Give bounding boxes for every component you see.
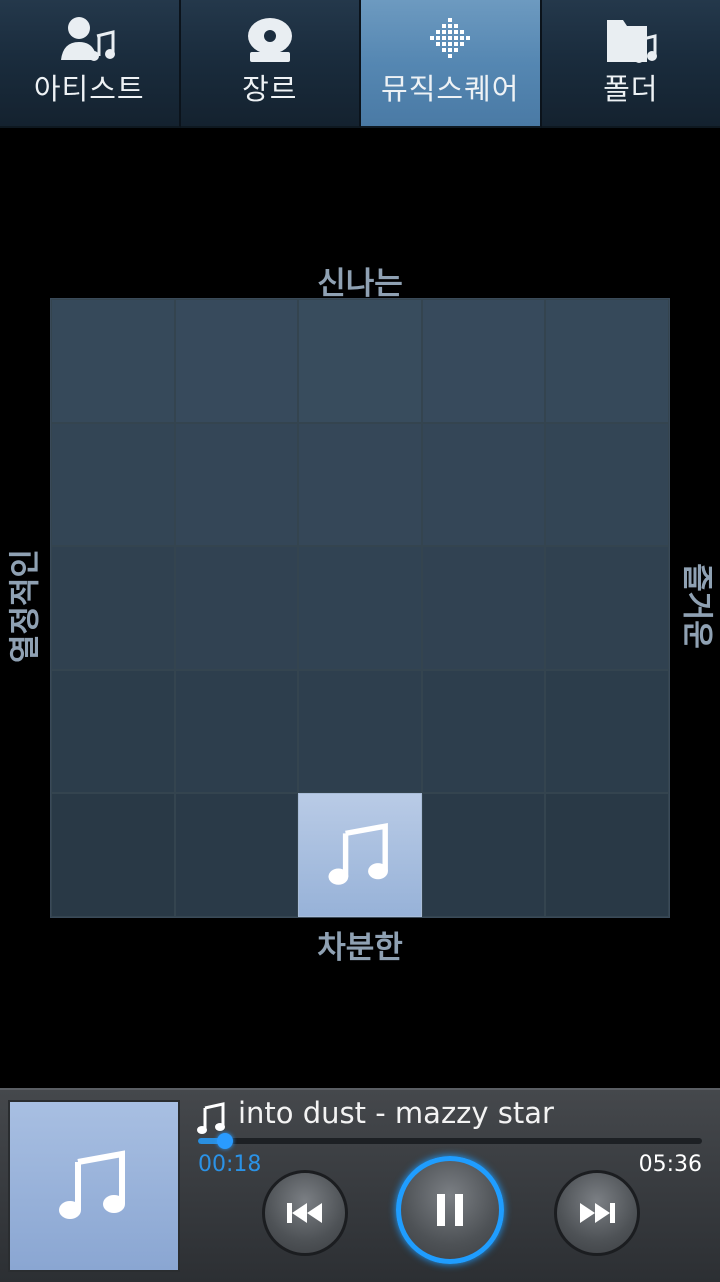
tab-music-square[interactable]: 뮤직스퀘어 — [361, 0, 542, 128]
music-note-icon — [324, 819, 396, 891]
grid-cell[interactable] — [175, 670, 299, 794]
album-art[interactable] — [8, 1100, 180, 1272]
progress-thumb[interactable] — [217, 1133, 233, 1149]
track-title: into dust - mazzy star — [238, 1096, 554, 1130]
grid-cell[interactable] — [545, 793, 669, 917]
grid-cell[interactable] — [175, 299, 299, 423]
grid-cell[interactable] — [422, 793, 546, 917]
previous-icon — [285, 1199, 325, 1227]
grid-cell[interactable] — [51, 670, 175, 794]
total-time: 05:36 — [639, 1152, 702, 1177]
axis-label-right: 즐거운 — [678, 563, 720, 649]
pause-button[interactable] — [396, 1156, 504, 1264]
tab-label: 아티스트 — [34, 72, 145, 106]
grid-cell[interactable] — [422, 546, 546, 670]
mini-player[interactable]: into dust - mazzy star 00:18 05:36 — [0, 1088, 720, 1282]
axis-label-bottom: 차분한 — [0, 922, 720, 967]
music-note-icon — [54, 1146, 134, 1226]
music-note-icon — [196, 1102, 226, 1136]
tab-folder[interactable]: 폴더 — [542, 0, 720, 128]
music-square-icon — [418, 14, 482, 68]
grid-cell[interactable] — [545, 299, 669, 423]
grid-cell[interactable] — [298, 299, 422, 423]
grid-cell[interactable] — [51, 423, 175, 547]
next-button[interactable] — [554, 1170, 640, 1256]
tab-label: 폴더 — [603, 72, 658, 106]
next-icon — [577, 1199, 617, 1227]
axis-label-left: 열정적인 — [0, 549, 45, 663]
grid-cell[interactable] — [298, 546, 422, 670]
grid-cell-selected[interactable] — [298, 793, 422, 917]
grid-cell[interactable] — [422, 299, 546, 423]
artist-icon — [57, 14, 121, 68]
grid-cell[interactable] — [175, 546, 299, 670]
genre-icon — [238, 14, 302, 68]
pause-icon — [434, 1190, 466, 1230]
tab-label: 뮤직스퀘어 — [381, 72, 519, 106]
grid-cell[interactable] — [545, 546, 669, 670]
grid-cell[interactable] — [51, 546, 175, 670]
grid-cell[interactable] — [545, 423, 669, 547]
grid-cell[interactable] — [175, 423, 299, 547]
tab-genre[interactable]: 장르 — [181, 0, 362, 128]
elapsed-time: 00:18 — [198, 1152, 261, 1177]
axis-label-top: 신나는 — [0, 258, 720, 303]
grid-cell[interactable] — [298, 423, 422, 547]
tab-artist[interactable]: 아티스트 — [0, 0, 181, 128]
grid-cell[interactable] — [422, 670, 546, 794]
previous-button[interactable] — [262, 1170, 348, 1256]
grid-cell[interactable] — [175, 793, 299, 917]
grid-cell[interactable] — [422, 423, 546, 547]
folder-icon — [599, 14, 663, 68]
music-square-grid[interactable] — [50, 298, 670, 918]
progress-bar[interactable] — [198, 1138, 702, 1144]
tab-label: 장르 — [242, 72, 297, 106]
grid-cell[interactable] — [51, 793, 175, 917]
tab-bar: 아티스트 장르 뮤직스퀘어 — [0, 0, 720, 128]
grid-cell[interactable] — [298, 670, 422, 794]
grid-cell[interactable] — [51, 299, 175, 423]
grid-cell[interactable] — [545, 670, 669, 794]
